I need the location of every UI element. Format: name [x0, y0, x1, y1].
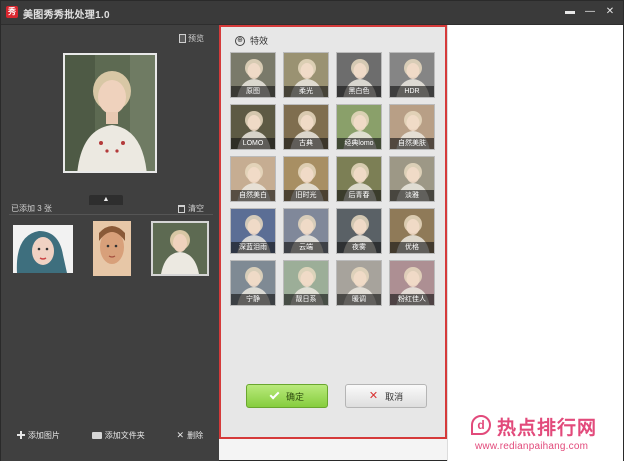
effect-label: 黑白色 [337, 86, 381, 97]
add-image-button[interactable]: 添加图片 [16, 430, 60, 441]
effects-title: 特效 [250, 36, 269, 46]
effect-item[interactable]: 深蓝泪雨 [230, 208, 276, 254]
effect-item[interactable]: 暖调 [336, 260, 382, 306]
back-icon[interactable]: ⊕ [235, 35, 245, 46]
thumbnail-1[interactable] [13, 225, 73, 273]
effect-item[interactable]: 自然美白 [230, 156, 276, 202]
window-controls: ▬ — ✕ [563, 5, 617, 19]
effect-label: 暖调 [337, 294, 381, 305]
app-logo-icon: 秀 [6, 6, 18, 18]
close-icon: ✕ [176, 430, 185, 440]
effect-label: 深蓝泪雨 [231, 242, 275, 253]
add-folder-label: 添加文件夹 [104, 430, 145, 440]
effect-label: 云端 [284, 242, 328, 253]
effect-item[interactable]: HDR [389, 52, 435, 98]
portrait-image [65, 55, 155, 171]
effect-item[interactable]: 经典lomo [336, 104, 382, 150]
preview-label: 预览 [188, 34, 204, 43]
effect-item[interactable]: 宁静 [230, 260, 276, 306]
effect-item[interactable]: 黑白色 [336, 52, 382, 98]
confirm-label: 确定 [285, 391, 304, 402]
effect-label: 自然美肤 [390, 138, 434, 149]
main-preview-image [63, 53, 157, 173]
effect-item[interactable]: 古典 [283, 104, 329, 150]
trash-icon [178, 204, 185, 213]
effect-item[interactable]: 柔光 [283, 52, 329, 98]
close-icon: ✕ [368, 389, 379, 402]
effect-label: 自然美白 [231, 190, 275, 201]
effect-label: 原图 [231, 86, 275, 97]
folder-icon [91, 431, 102, 439]
effect-label: 淡雅 [390, 190, 434, 201]
effect-item[interactable]: 靓日系 [283, 260, 329, 306]
cancel-label: 取消 [385, 391, 404, 402]
effect-item[interactable]: 后青春 [336, 156, 382, 202]
clear-button[interactable]: 清空 [178, 203, 204, 214]
effect-item[interactable]: 夜雾 [336, 208, 382, 254]
plus-icon [16, 431, 25, 439]
effect-item[interactable]: LOMO [230, 104, 276, 150]
effect-label: 经典lomo [337, 138, 381, 149]
thumbnail-2-image [93, 221, 131, 276]
collapse-toggle[interactable]: ▲ [89, 195, 123, 205]
effects-header[interactable]: ⊕ 特效 [235, 34, 268, 47]
effect-item[interactable]: 原图 [230, 52, 276, 98]
watermark-text: 热点排行网 [497, 417, 598, 439]
effect-label: 后青春 [337, 190, 381, 201]
watermark-url: www.redianpaihang.com [475, 441, 589, 452]
confirm-button[interactable]: 确定 [246, 384, 328, 408]
delete-button[interactable]: ✕ 删除 [177, 430, 204, 441]
effect-label: 靓日系 [284, 294, 328, 305]
thumbnail-2[interactable] [93, 221, 131, 276]
minimize-button[interactable]: — [583, 5, 597, 19]
preview-canvas-area [447, 25, 623, 461]
effect-label: 夜雾 [337, 242, 381, 253]
effect-label: 柔光 [284, 86, 328, 97]
effect-label: LOMO [231, 138, 275, 149]
divider [9, 214, 213, 215]
add-image-label: 添加图片 [27, 430, 60, 440]
effect-label: 宁静 [231, 294, 275, 305]
effects-panel: ⊕ 特效 原图 柔光 黑白色 HDR LOMO 古典 经典lomo 自然美肤自然美白 旧时光 后青… [219, 25, 447, 439]
effect-label: 粉红佳人 [390, 294, 434, 305]
cancel-button[interactable]: ✕ 取消 [345, 384, 427, 408]
preview-icon [179, 34, 186, 43]
watermark-logo-icon: d [471, 415, 491, 435]
left-bottom-toolbar: 添加图片 添加文件夹 ✕ 删除 [1, 423, 219, 447]
effect-item[interactable]: 旧时光 [283, 156, 329, 202]
close-button[interactable]: ✕ [603, 5, 617, 19]
window-title: 美图秀秀批处理1.0 [23, 10, 110, 21]
effect-label: HDR [390, 86, 434, 97]
effect-label: 旧时光 [284, 190, 328, 201]
image-list-panel: 预览 ▲ 已添加 3 张 清空 添加图片 添加文件夹 ✕ 删除 [1, 25, 219, 461]
add-folder-button[interactable]: 添加文件夹 [91, 430, 145, 441]
preview-button[interactable]: 预览 [179, 33, 204, 44]
watermark: d 热点排行网 www.redianpaihang.com [463, 413, 623, 461]
title-bar: 秀 美图秀秀批处理1.0 ▬ — ✕ [1, 1, 623, 25]
effect-item[interactable]: 粉红佳人 [389, 260, 435, 306]
menu-button[interactable]: ▬ [563, 5, 577, 19]
effect-item[interactable]: 优格 [389, 208, 435, 254]
check-icon [269, 389, 280, 400]
app-window: 秀 美图秀秀批处理1.0 ▬ — ✕ 预览 ▲ 已添加 3 张 清空 添加图片 … [0, 0, 624, 461]
thumbnail-1-image [13, 225, 73, 273]
thumbnail-3-selected[interactable] [151, 221, 209, 276]
effect-item[interactable]: 淡雅 [389, 156, 435, 202]
thumbnail-3-image [153, 223, 207, 274]
effect-label: 古典 [284, 138, 328, 149]
effect-item[interactable]: 云端 [283, 208, 329, 254]
clear-label: 清空 [188, 204, 204, 213]
delete-label: 删除 [187, 430, 204, 440]
effect-label: 优格 [390, 242, 434, 253]
effect-item[interactable]: 自然美肤 [389, 104, 435, 150]
added-count-label: 已添加 3 张 [11, 204, 52, 213]
effects-grid: 原图 柔光 黑白色 HDR LOMO 古典 经典lomo 自然美肤自然美白 旧时光 后青春 淡雅深蓝… [230, 52, 436, 306]
